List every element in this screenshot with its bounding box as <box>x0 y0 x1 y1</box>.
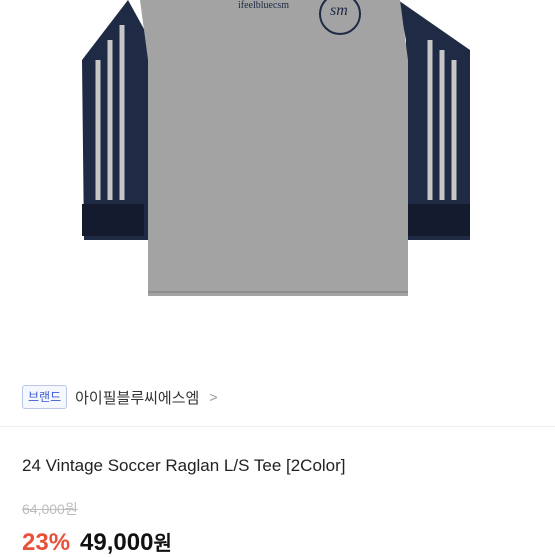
original-price: 64,000원 <box>22 501 78 517</box>
sale-price: 49,000 <box>80 529 154 556</box>
currency-unit: 원 <box>153 533 172 555</box>
brand-logo-text: ifeelbluecsm <box>238 0 290 11</box>
brand-row[interactable]: 브랜드 아이필블루씨에스엠 > <box>0 372 555 422</box>
product-image[interactable]: ifeelbluecsm sm <box>0 0 555 360</box>
brand-emblem-text: sm <box>330 2 348 19</box>
tshirt-illustration <box>82 0 470 296</box>
price-row: 23% 49,000 원 <box>22 527 172 557</box>
product-title: 24 Vintage Soccer Raglan L/S Tee [2Color… <box>22 456 346 475</box>
brand-name[interactable]: 아이필블루씨에스엠 <box>75 387 199 408</box>
chevron-right-icon[interactable]: > <box>209 389 217 405</box>
brand-badge: 브랜드 <box>22 385 68 409</box>
divider <box>0 426 555 427</box>
discount-rate: 23% <box>22 529 71 556</box>
